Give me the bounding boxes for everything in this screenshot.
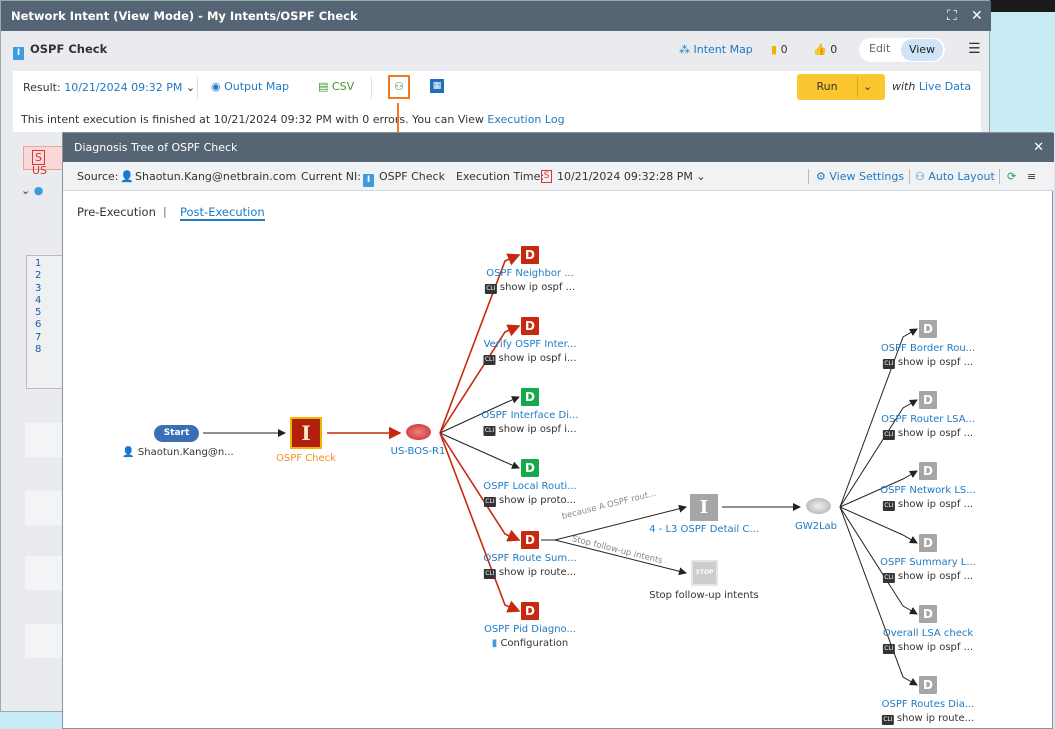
diagnosis-node-sub: CLI show ip ospf i... (483, 353, 577, 365)
diagnosis-node-gray[interactable]: D (919, 676, 937, 694)
cli-icon: CLI (882, 501, 895, 511)
cli-icon: CLI (483, 569, 496, 579)
cli-icon: CLI (483, 497, 496, 507)
diagnosis-node-label[interactable]: OSPF Network LS... (880, 485, 976, 496)
cli-icon: CLI (483, 355, 496, 365)
diagnosis-node-sub: CLI show ip ospf ... (882, 571, 974, 583)
start-user: 👤 Shaotun.Kang@n... (122, 447, 234, 458)
device-node-label[interactable]: US-BOS-R1 (391, 446, 446, 457)
diagnosis-node-gray[interactable]: D (919, 391, 937, 409)
diagnosis-node-sub: CLI show ip ospf ... (882, 642, 974, 654)
diagnosis-node-label[interactable]: OSPF Summary L... (880, 557, 976, 568)
intent-node-label[interactable]: OSPF Check (276, 453, 336, 464)
stop-node-label: Stop follow-up intents (649, 590, 759, 601)
diagnosis-node-label[interactable]: OSPF Neighbor ... (486, 268, 574, 279)
diagnosis-node-red[interactable]: D (521, 317, 539, 335)
cli-icon: CLI (484, 284, 497, 294)
diagnosis-node-label[interactable]: OSPF Routes Dia... (882, 699, 975, 710)
diagnosis-node-label[interactable]: OSPF Route Sum... (483, 553, 576, 564)
diagnosis-node-sub: CLI show ip ospf ... (484, 282, 576, 294)
diagnosis-node-sub: CLI show ip ospf ... (882, 357, 974, 369)
cli-icon: CLI (882, 359, 895, 369)
diagnosis-node-sub: CLI show ip ospf ... (882, 428, 974, 440)
edge-branch (839, 506, 918, 686)
diagnosis-node-gray[interactable]: D (919, 462, 937, 480)
router-icon[interactable] (406, 424, 431, 440)
diagnosis-node-label[interactable]: OSPF Pid Diagno... (484, 624, 576, 635)
followup-intent-node[interactable]: I (690, 494, 718, 521)
cli-icon: CLI (882, 644, 895, 654)
diagnosis-node-sub: CLI show ip ospf i... (483, 424, 577, 436)
diagnosis-node-red[interactable]: D (521, 246, 539, 264)
diagnosis-node-gray[interactable]: D (919, 320, 937, 338)
followup-intent-label[interactable]: 4 - L3 OSPF Detail C... (649, 524, 759, 535)
router-icon[interactable] (806, 498, 831, 514)
edge-branch (439, 432, 521, 613)
diagnosis-node-sub: CLI show ip proto... (483, 495, 577, 507)
diagnosis-node-label[interactable]: OSPF Interface Di... (481, 410, 578, 421)
diagnosis-node-label[interactable]: OSPF Local Routi... (483, 481, 576, 492)
cli-icon: CLI (483, 426, 496, 436)
diagnosis-node-sub: ▮ Configuration (491, 638, 569, 649)
intent-node[interactable]: I (290, 417, 322, 449)
cli-icon: CLI (881, 715, 894, 725)
diagnosis-node-sub: CLI show ip route... (881, 713, 975, 725)
diagnosis-node-sub: CLI show ip route... (483, 567, 577, 579)
diagnosis-node-green[interactable]: D (521, 388, 539, 406)
diagnosis-node-label[interactable]: OSPF Router LSA... (881, 414, 975, 425)
diagnosis-node-green[interactable]: D (521, 459, 539, 477)
diagnosis-node-red[interactable]: D (521, 602, 539, 620)
cli-icon: CLI (882, 573, 895, 583)
diagnosis-node-red[interactable]: D (521, 531, 539, 549)
diagnosis-node-label[interactable]: OSPF Border Rou... (881, 343, 975, 354)
diagnosis-node-label[interactable]: Overall LSA check (883, 628, 973, 639)
diagnosis-node-label[interactable]: Verify OSPF Inter... (484, 339, 577, 350)
stop-node[interactable]: STOP (691, 560, 718, 586)
start-node[interactable]: Start (154, 425, 199, 442)
diagnosis-node-gray[interactable]: D (919, 605, 937, 623)
diagnosis-node-gray[interactable]: D (919, 534, 937, 552)
device-node-label[interactable]: GW2Lab (795, 521, 837, 532)
config-icon: ▮ (491, 638, 498, 649)
diagnosis-node-sub: CLI show ip ospf ... (882, 499, 974, 511)
cli-icon: CLI (882, 430, 895, 440)
